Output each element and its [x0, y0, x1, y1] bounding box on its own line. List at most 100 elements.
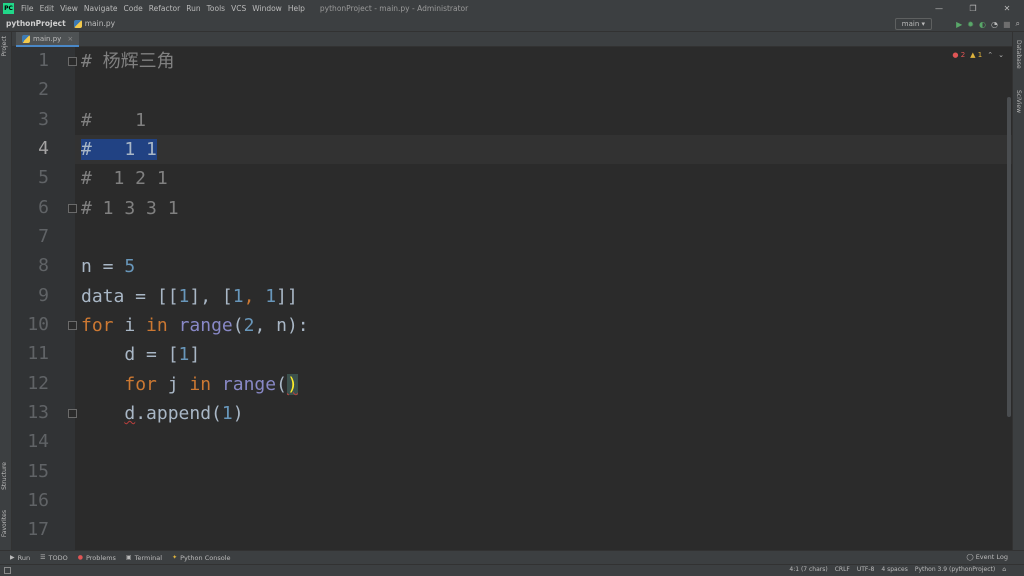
menu-file[interactable]: File — [18, 4, 37, 13]
menu-navigate[interactable]: Navigate — [81, 4, 121, 13]
search-icon[interactable]: ⌕ — [1016, 19, 1020, 29]
tool-windows-icon[interactable] — [4, 567, 11, 574]
line-number: 1 — [38, 50, 49, 71]
sciview-tool-tab[interactable]: SciView — [1015, 90, 1022, 113]
run-tool-tab[interactable]: ▶ Run — [10, 554, 30, 562]
line-number: 2 — [38, 79, 49, 100]
todo-tool-tab[interactable]: ☰ TODO — [40, 554, 68, 562]
menu-edit[interactable]: Edit — [37, 4, 58, 13]
code-token: ( — [276, 374, 287, 395]
event-log-button[interactable]: ◯ Event Log — [966, 553, 1008, 561]
menu-window[interactable]: Window — [249, 4, 285, 13]
coverage-icon[interactable]: ◐ — [979, 20, 986, 29]
line-number: 16 — [27, 490, 49, 511]
fold-marker-icon[interactable] — [68, 204, 77, 213]
menu-run[interactable]: Run — [183, 4, 203, 13]
run-icon[interactable]: ▶ — [956, 20, 962, 29]
event-log-icon: ◯ — [966, 553, 976, 561]
problems-tool-tab[interactable]: ● Problems — [78, 554, 116, 562]
code-token: ] — [189, 344, 201, 365]
chevron-down-icon[interactable]: ⌄ — [998, 51, 1004, 59]
caret-position[interactable]: 4:1 (7 chars) — [789, 566, 827, 573]
code-line-13: d.append(1) — [81, 402, 243, 426]
code-line-11: d = [1] — [81, 343, 200, 367]
menu-help[interactable]: Help — [285, 4, 308, 13]
chevron-up-icon[interactable]: ⌃ — [987, 51, 993, 59]
python-interpreter[interactable]: Python 3.9 (pythonProject) — [915, 566, 995, 573]
code-token: for — [81, 315, 114, 336]
minimize-button[interactable]: — — [922, 0, 956, 16]
code-token: ]] — [276, 286, 298, 307]
profile-icon[interactable]: ◔ — [991, 20, 998, 29]
fold-marker-icon[interactable] — [68, 321, 77, 330]
breadcrumb-file[interactable]: main.py — [73, 19, 115, 28]
code-token: 1 — [221, 403, 233, 424]
code-token: 5 — [124, 256, 136, 277]
menu-code[interactable]: Code — [121, 4, 146, 13]
code-token: .append( — [135, 403, 222, 424]
close-tab-icon[interactable]: × — [67, 35, 73, 43]
code-editor[interactable]: 1 2 3 4 5 6 7 8 9 10 11 12 13 14 15 16 1… — [12, 47, 1012, 550]
menu-tools[interactable]: Tools — [204, 4, 228, 13]
favorites-tool-tab[interactable]: Favorites — [1, 510, 8, 537]
editor-tab-bar: main.py × — [12, 32, 1012, 47]
stop-icon[interactable]: ■ — [1003, 20, 1011, 29]
code-token: ( — [232, 315, 244, 336]
tab-label: main.py — [33, 34, 62, 43]
warning-count-value: 1 — [977, 51, 983, 59]
line-number: 17 — [27, 519, 49, 540]
menu-view[interactable]: View — [57, 4, 81, 13]
tab-main-py[interactable]: main.py × — [16, 32, 80, 47]
line-number: 3 — [38, 109, 49, 130]
left-tool-strip: Project Structure Favorites — [0, 32, 12, 550]
menu-refactor[interactable]: Refactor — [146, 4, 183, 13]
fold-marker-icon[interactable] — [68, 57, 77, 66]
line-number: 7 — [38, 226, 49, 247]
line-number: 13 — [27, 402, 49, 423]
python-console-tool-label: Python Console — [180, 553, 231, 562]
python-file-icon — [73, 19, 82, 28]
fold-marker-icon[interactable] — [68, 409, 77, 418]
code-token: d — [124, 403, 136, 424]
code-token: 1 — [265, 286, 277, 307]
close-button[interactable]: ✕ — [990, 0, 1024, 16]
pycharm-logo-icon: PC — [3, 2, 14, 14]
file-encoding[interactable]: UTF-8 — [857, 566, 875, 573]
database-tool-tab[interactable]: Database — [1015, 40, 1022, 69]
breadcrumb-project[interactable]: pythonProject — [6, 19, 66, 28]
terminal-tool-tab[interactable]: ▣ Terminal — [126, 554, 162, 562]
code-line-8: n = 5 — [81, 255, 135, 279]
code-line-1: # 杨辉三角 — [81, 51, 175, 72]
project-tool-tab[interactable]: Project — [1, 36, 8, 57]
window-controls: — ❐ ✕ — [922, 0, 1024, 16]
line-number: 15 — [27, 461, 49, 482]
line-number: 9 — [38, 285, 49, 306]
indent-setting[interactable]: 4 spaces — [881, 566, 907, 573]
scrollbar-thumb[interactable] — [1007, 97, 1011, 417]
debug-icon[interactable]: ✹ — [967, 20, 974, 29]
code-token: 1 — [178, 286, 190, 307]
code-token: 2 — [243, 315, 255, 336]
error-count-value: 2 — [960, 51, 966, 59]
problems-tool-label: Problems — [85, 553, 116, 562]
run-config-dropdown[interactable]: main ▾ — [894, 18, 932, 30]
line-separator[interactable]: CRLF — [835, 566, 850, 573]
menu-vcs[interactable]: VCS — [228, 4, 249, 13]
code-token: range — [178, 315, 233, 336]
status-bar: 4:1 (7 chars) CRLF UTF-8 4 spaces Python… — [0, 564, 1024, 576]
code-token: range — [221, 374, 277, 395]
code-token: for — [124, 374, 157, 395]
structure-tool-tab[interactable]: Structure — [1, 462, 8, 490]
python-console-tool-tab[interactable]: ✦ Python Console — [172, 554, 230, 562]
menu-bar: PC File Edit View Navigate Code Refactor… — [0, 0, 1024, 16]
lock-icon[interactable]: ⌂ — [1002, 566, 1006, 573]
vertical-scrollbar[interactable] — [1006, 67, 1012, 547]
code-token: , n): — [254, 315, 309, 336]
bottom-tool-bar: ▶ Run ☰ TODO ● Problems ▣ Terminal ✦ Python C… — [0, 550, 1024, 564]
restore-button[interactable]: ❐ — [956, 0, 990, 16]
inspection-widget[interactable]: ● 2 ▲ 1 ⌃ ⌄ — [952, 51, 1004, 59]
